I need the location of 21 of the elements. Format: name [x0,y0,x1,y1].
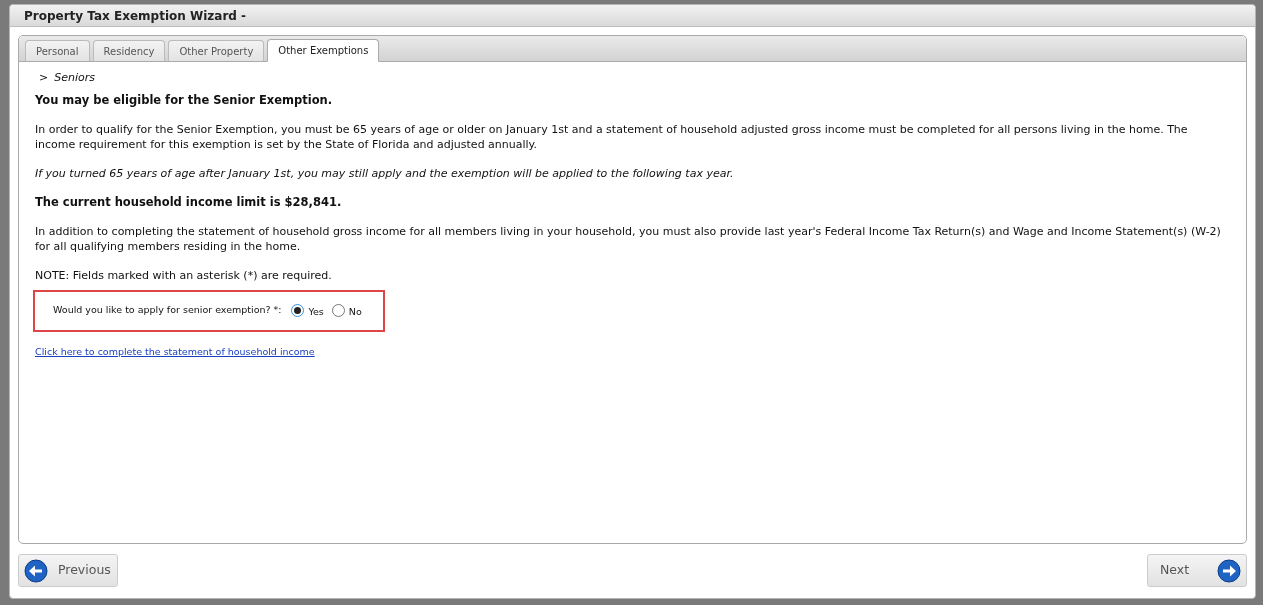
heading-text: The current household income limit is $28,841. [35,194,343,210]
question-label: Would you like to apply for senior exemption? *: [53,303,282,318]
paragraph: In addition to completing the statement of household gross income for all members living in your household, you must also provide last year's Federal Income Tax Return(s) and Wage and Income Statement(s) (W-2) for all qualifying members residing in the home. [35,223,1222,254]
breadcrumb-label: Seniors [54,70,95,86]
window-title: Property Tax Exemption Wizard - [24,7,247,25]
tab[interactable]: Residency [92,40,166,61]
paragraph: If you turned 65 years of age after January 1st, you may still apply and the exemption will be applied to the following tax year. [35,165,735,181]
option-label: No [348,304,362,319]
tab[interactable]: Personal [25,40,90,61]
option-label: Yes [308,304,324,319]
next-button[interactable]: Next [1147,554,1247,587]
tab[interactable]: Other Property [168,40,265,61]
previous-button[interactable]: Previous [18,554,118,587]
heading-text: You may be eligible for the Senior Exemption. [35,92,334,108]
paragraph: In order to qualify for the Senior Exemption, you must be 65 years of age or older on January 1st and a statement of household adjusted gross income must be completed for all persons living in the home. The income requirement for this exemption is set by the State of Florida and adjusted annually. [35,121,1189,152]
tab[interactable]: Other Exemptions [267,39,380,62]
paragraph: NOTE: Fields marked with an asterisk (*) are required. [35,267,333,283]
breadcrumb-marker: > [39,70,49,86]
radio-button[interactable] [331,304,345,317]
radio-button[interactable] [291,304,305,317]
household-income-link[interactable]: Click here to complete the statement of household income [35,344,315,359]
